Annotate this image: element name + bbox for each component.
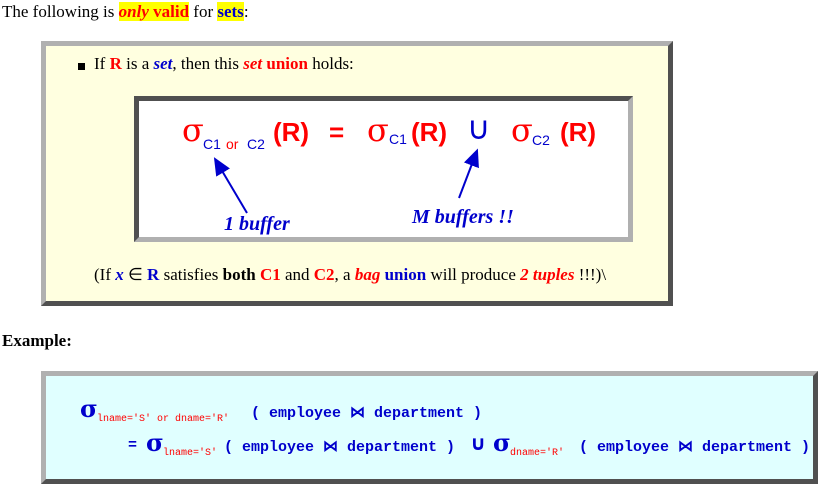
text-then: , then this xyxy=(172,54,244,73)
text-and: and xyxy=(280,265,314,284)
annotation-1-buffer: 1 buffer xyxy=(224,213,290,235)
element-of: ∈ xyxy=(123,265,148,284)
bullet-statement: If R is a set, then this set union holds… xyxy=(94,54,354,74)
sigma-symbol: σ xyxy=(146,428,164,457)
annotation-m-buffers: M buffers !! xyxy=(412,206,514,228)
formula-box: σ C1 or C2 (R) = σ C1 (R) ∪ σ C2 (R) 1 b… xyxy=(134,96,633,242)
text-is-a: is a xyxy=(121,54,154,73)
equals-sign: = xyxy=(128,437,138,454)
bullet-square-icon xyxy=(78,63,85,70)
join-expression: ( employee ⋈ department ) xyxy=(251,405,483,422)
text-satisfies: satisfies xyxy=(159,265,223,284)
arrow-right-icon xyxy=(458,148,479,199)
tuple-x: x xyxy=(115,265,124,284)
annotation-arrows xyxy=(213,148,479,214)
text-holds: holds: xyxy=(307,54,354,73)
text-if: If xyxy=(94,54,110,73)
sets-word: sets xyxy=(217,2,244,21)
example-heading: Example: xyxy=(2,331,72,350)
condition-c2: C2 xyxy=(313,265,335,284)
union-symbol-icon: ∪ xyxy=(470,431,487,455)
for-word: for xyxy=(189,2,218,21)
condition-c1: C1 xyxy=(259,265,281,284)
only-word: only xyxy=(118,2,149,21)
word-set: set xyxy=(153,54,173,73)
relation-R: R xyxy=(109,54,122,73)
arrow-left-icon xyxy=(213,157,248,214)
join-expression-2: ( employee ⋈ department ) xyxy=(579,439,811,456)
word-bag: bag xyxy=(354,265,381,284)
selection-condition-2: dname='R' xyxy=(510,448,565,459)
intro-prefix: The following is xyxy=(2,2,119,21)
join-expression-1: ( employee ⋈ department ) xyxy=(224,439,456,456)
rule-box: If R is a set, then this set union holds… xyxy=(41,41,673,306)
word-union: union xyxy=(266,54,308,73)
intro-colon: : xyxy=(243,2,249,21)
sigma-symbol: σ xyxy=(80,394,98,423)
sigma-symbol: σ xyxy=(493,428,511,457)
text-will-produce: will produce xyxy=(426,265,521,284)
intro-line: The following is only valid for sets: xyxy=(2,2,249,22)
word-union: union xyxy=(384,265,427,284)
example-box: σ lname='S' or dname='R' ( employee ⋈ de… xyxy=(41,371,818,484)
two-tuples: 2 tuples xyxy=(520,265,575,284)
only-valid-highlight: only valid xyxy=(118,2,190,21)
selection-condition-1: lname='S' xyxy=(163,448,218,459)
word-both: both xyxy=(222,265,256,284)
word-set-2: set xyxy=(243,54,263,73)
relation-R: R xyxy=(147,265,160,284)
note-open: (If xyxy=(94,265,116,284)
note-close: !!!)\ xyxy=(574,265,607,284)
selection-condition: lname='S' or dname='R' xyxy=(97,414,230,425)
valid-word: valid xyxy=(148,2,190,21)
bag-union-note: (If x ∈ R satisfies both C1 and C2, a ba… xyxy=(94,265,606,285)
text-comma-a: , a xyxy=(334,265,355,284)
